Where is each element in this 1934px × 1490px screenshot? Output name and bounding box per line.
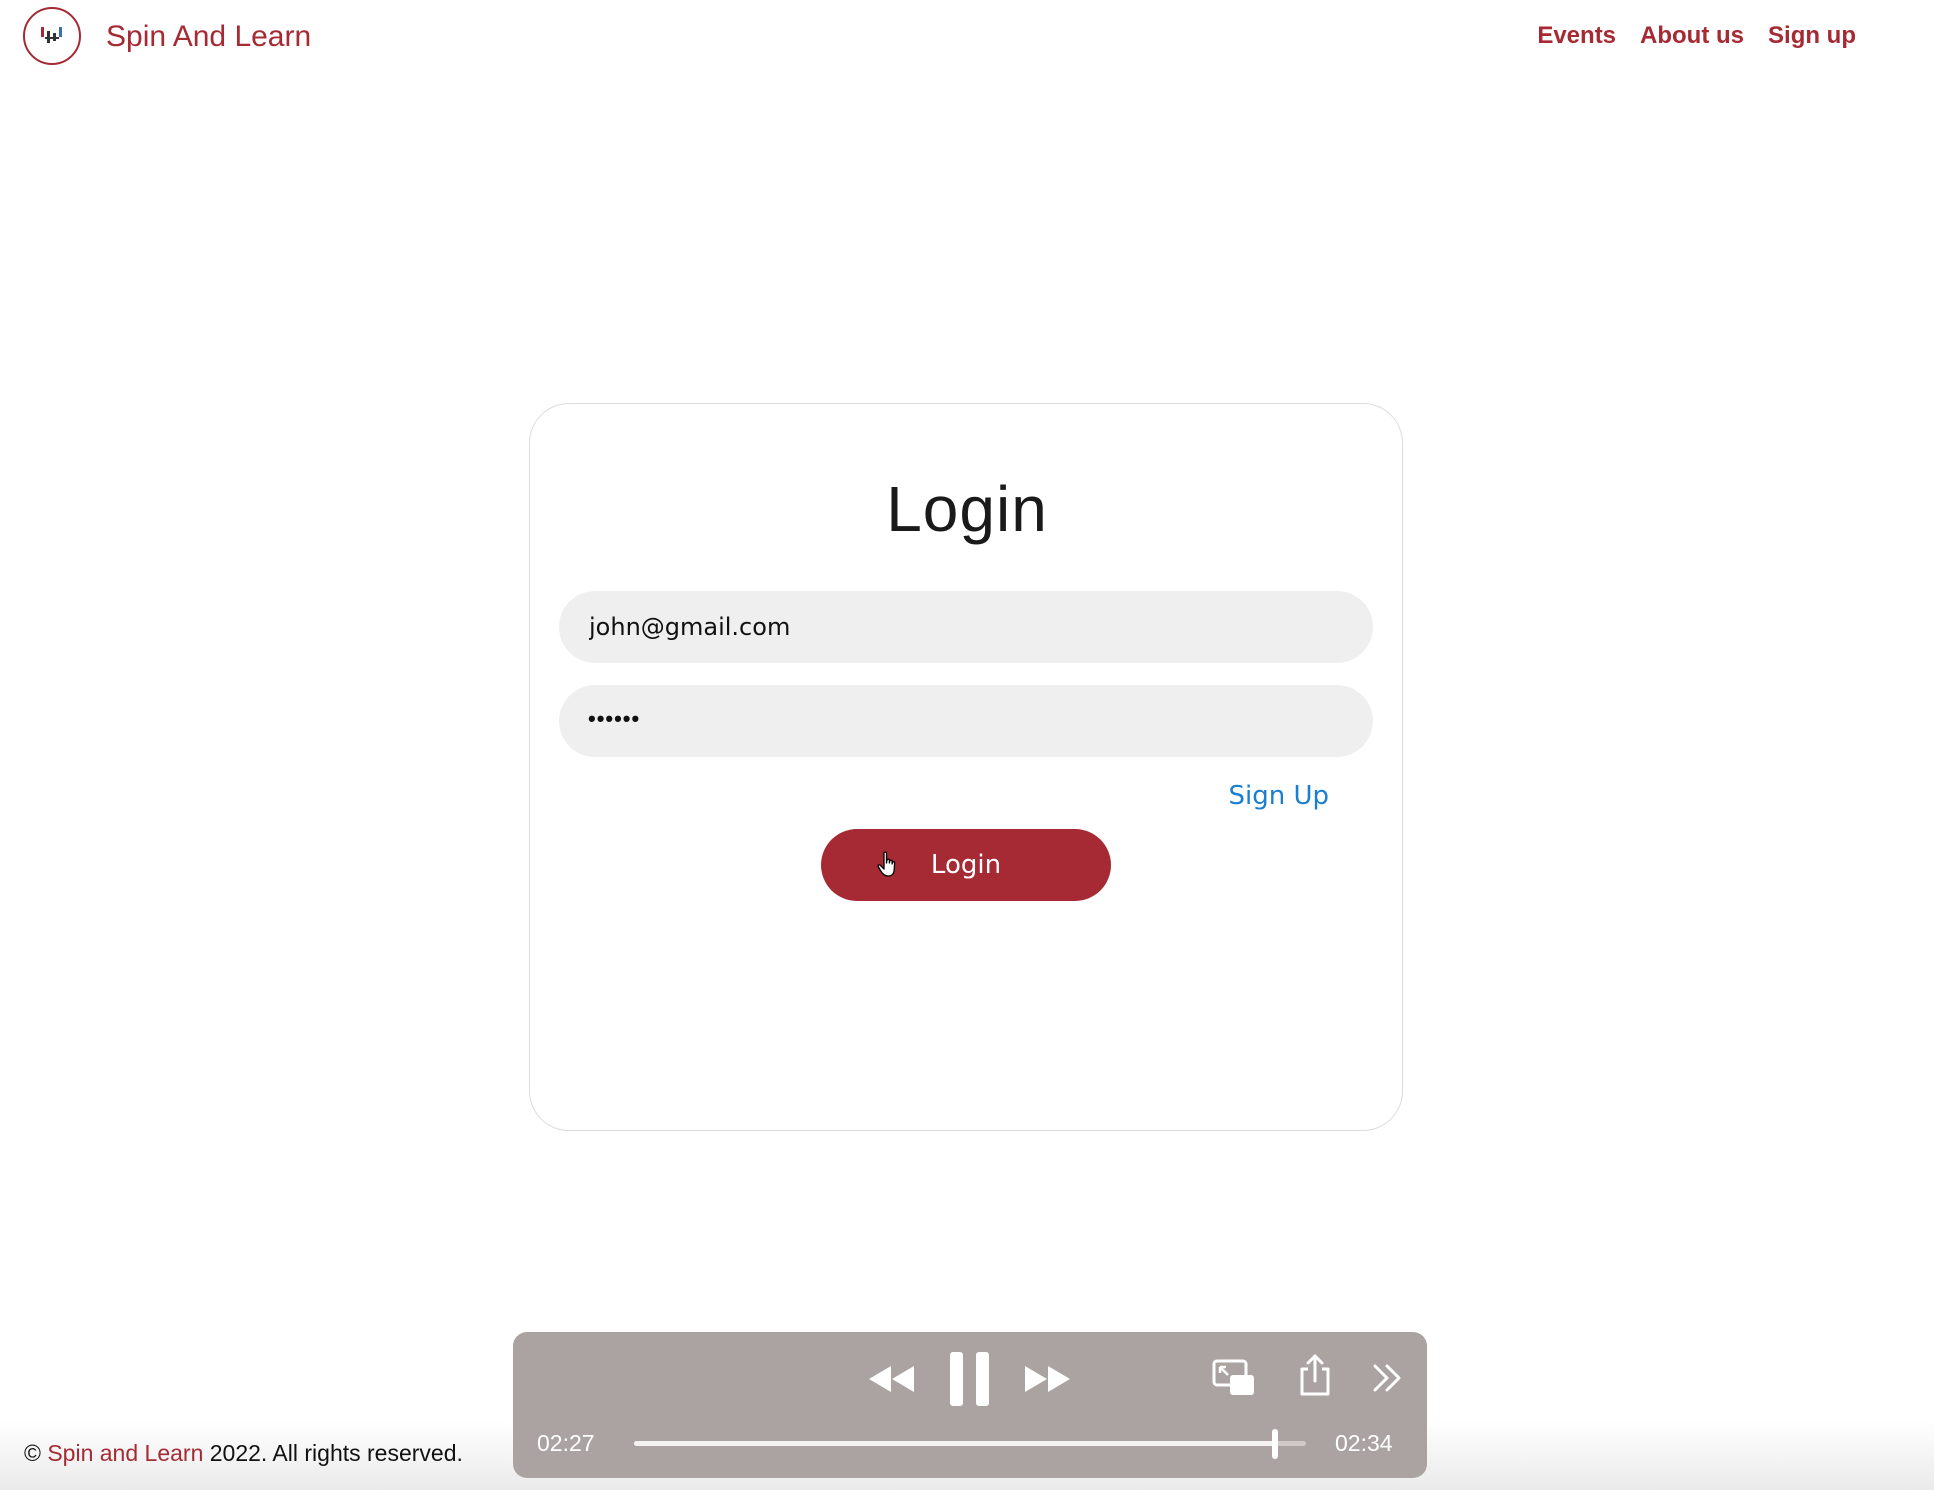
brand-name[interactable]: Spin And Learn bbox=[106, 17, 311, 57]
login-button[interactable]: Login bbox=[821, 829, 1111, 901]
share-icon[interactable] bbox=[1298, 1353, 1332, 1397]
current-time: 02:27 bbox=[537, 1430, 595, 1456]
picture-in-picture-icon[interactable] bbox=[1212, 1359, 1256, 1397]
footer-rights: 2022. All rights reserved. bbox=[209, 1440, 463, 1466]
footer-brand-link[interactable]: Spin and Learn bbox=[47, 1440, 203, 1466]
login-button-label: Login bbox=[930, 850, 1002, 880]
nav-link-sign-up[interactable]: Sign up bbox=[1768, 20, 1856, 52]
pause-icon[interactable] bbox=[950, 1352, 990, 1406]
copyright-symbol: © bbox=[24, 1440, 41, 1466]
signup-link[interactable]: Sign Up bbox=[1228, 778, 1329, 814]
fast-forward-icon[interactable] bbox=[1022, 1362, 1074, 1396]
brand-logo[interactable] bbox=[23, 7, 81, 65]
total-time: 02:34 bbox=[1335, 1430, 1393, 1456]
nav-link-about-us[interactable]: About us bbox=[1640, 20, 1744, 52]
progress-fill bbox=[634, 1441, 1276, 1446]
footer-copyright: © Spin and Learn 2022. All rights reserv… bbox=[24, 1438, 463, 1468]
progress-track[interactable] bbox=[634, 1429, 1306, 1459]
top-nav: Events About us Sign up bbox=[1537, 20, 1856, 52]
login-title: Login bbox=[886, 473, 1048, 545]
password-field[interactable] bbox=[559, 685, 1373, 757]
progress-thumb[interactable] bbox=[1272, 1429, 1279, 1459]
rewind-icon[interactable] bbox=[866, 1362, 918, 1396]
more-chevrons-icon[interactable] bbox=[1372, 1362, 1404, 1394]
nav-link-events[interactable]: Events bbox=[1537, 20, 1616, 52]
email-field[interactable] bbox=[559, 591, 1373, 663]
dj-turntable-icon bbox=[41, 27, 62, 43]
